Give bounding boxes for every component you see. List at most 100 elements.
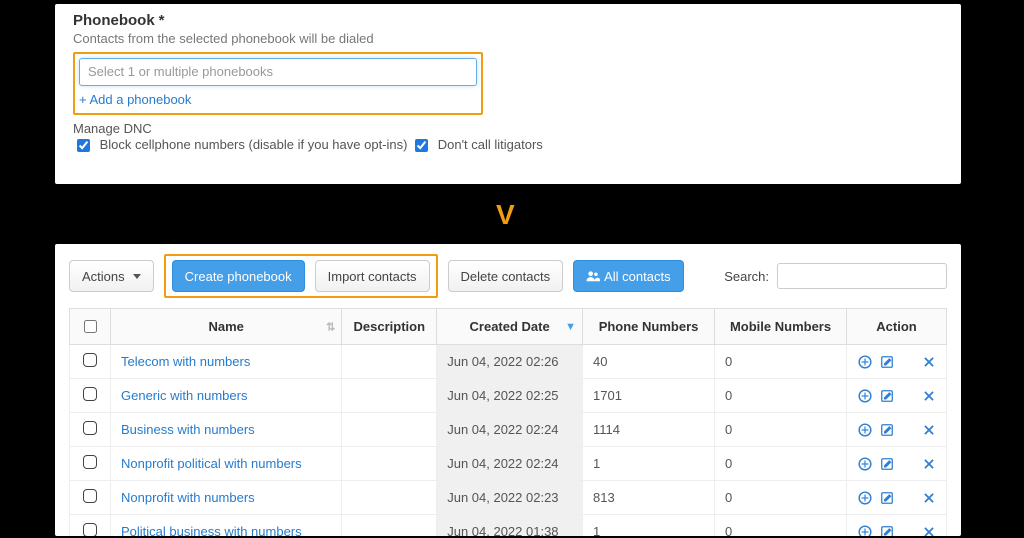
create-phonebook-button[interactable]: Create phonebook [172,260,305,292]
sort-icon: ⇅ [326,320,335,333]
add-icon[interactable] [858,389,872,403]
col-created[interactable]: Created Date ▼ [437,309,583,345]
dont-call-litigators-checkbox[interactable] [415,139,428,152]
edit-icon[interactable] [880,525,894,537]
phonebook-list-card: Actions Create phonebook Import contacts… [55,244,961,536]
row-mobile-count: 0 [715,345,847,379]
row-created: Jun 04, 2022 02:24 [437,413,583,447]
add-icon[interactable] [858,423,872,437]
table-row: Telecom with numbers Jun 04, 2022 02:2640… [70,345,947,379]
delete-icon[interactable] [922,355,936,369]
row-mobile-count: 0 [715,379,847,413]
row-phone-count: 1701 [583,379,715,413]
row-created: Jun 04, 2022 02:24 [437,447,583,481]
phonebook-name-link[interactable]: Political business with numbers [121,524,302,536]
col-description[interactable]: Description [342,309,437,345]
all-contacts-label: All contacts [604,269,670,284]
phonebook-title-row: Phonebook * [73,12,943,29]
phonebook-name-link[interactable]: Telecom with numbers [121,354,250,369]
select-all-checkbox[interactable] [84,320,97,333]
row-created: Jun 04, 2022 02:26 [437,345,583,379]
delete-icon[interactable] [922,491,936,505]
add-icon[interactable] [858,525,872,537]
dont-call-litigators-label: Don't call litigators [438,137,543,152]
row-checkbox[interactable] [83,353,97,367]
row-checkbox[interactable] [83,455,97,469]
row-description [342,413,437,447]
phonebook-name-link[interactable]: Business with numbers [121,422,255,437]
row-created: Jun 04, 2022 01:38 [437,515,583,537]
table-row: Nonprofit with numbers Jun 04, 2022 02:23… [70,481,947,515]
row-phone-count: 40 [583,345,715,379]
table-row: Generic with numbers Jun 04, 2022 02:2517… [70,379,947,413]
col-phone[interactable]: Phone Numbers [583,309,715,345]
search-label: Search: [724,269,769,284]
edit-icon[interactable] [880,423,894,437]
caret-down-icon [133,274,141,279]
phonebook-name-link[interactable]: Nonprofit political with numbers [121,456,302,471]
actions-label: Actions [82,269,125,284]
row-phone-count: 1 [583,447,715,481]
col-name[interactable]: Name ⇅ [111,309,342,345]
phonebook-subtitle: Contacts from the selected phonebook wil… [73,31,943,46]
row-phone-count: 1114 [583,413,715,447]
phonebook-name-link[interactable]: Generic with numbers [121,388,247,403]
col-mobile[interactable]: Mobile Numbers [715,309,847,345]
sort-down-icon: ▼ [565,321,576,333]
create-import-highlight: Create phonebook Import contacts [164,254,438,298]
phonebook-name-link[interactable]: Nonprofit with numbers [121,490,255,505]
row-mobile-count: 0 [715,413,847,447]
table-row: Political business with numbers Jun 04, 2… [70,515,947,537]
col-action: Action [847,309,947,345]
row-created: Jun 04, 2022 02:25 [437,379,583,413]
phonebook-config-card: Phonebook * Contacts from the selected p… [55,4,961,184]
users-icon [586,269,600,283]
phonebook-select-highlight: Select 1 or multiple phonebooks + Add a … [73,52,483,115]
delete-icon[interactable] [922,389,936,403]
row-description [342,481,437,515]
row-checkbox[interactable] [83,523,97,536]
edit-icon[interactable] [880,355,894,369]
phonebook-multiselect[interactable]: Select 1 or multiple phonebooks [79,58,477,86]
block-cellphone-row[interactable]: Block cellphone numbers (disable if you … [73,137,411,152]
required-asterisk: * [159,12,165,29]
flow-arrow-icon: V [496,201,515,229]
manage-dnc-label: Manage DNC [73,121,943,136]
dont-call-row[interactable]: Don't call litigators [411,137,543,152]
edit-icon[interactable] [880,491,894,505]
select-all-header [70,309,111,345]
row-created: Jun 04, 2022 02:23 [437,481,583,515]
toolbar: Actions Create phonebook Import contacts… [69,254,947,298]
block-cellphone-checkbox[interactable] [77,139,90,152]
delete-icon[interactable] [922,525,936,537]
table-row: Nonprofit political with numbers Jun 04, … [70,447,947,481]
delete-icon[interactable] [922,457,936,471]
row-checkbox[interactable] [83,489,97,503]
row-mobile-count: 0 [715,447,847,481]
phonebook-title: Phonebook [73,12,155,29]
row-checkbox[interactable] [83,421,97,435]
delete-contacts-button[interactable]: Delete contacts [448,260,564,292]
table-header-row: Name ⇅ Description Created Date ▼ Phone … [70,309,947,345]
add-icon[interactable] [858,355,872,369]
search-input[interactable] [777,263,947,289]
row-description [342,379,437,413]
row-description [342,447,437,481]
all-contacts-button[interactable]: All contacts [573,260,683,292]
delete-icon[interactable] [922,423,936,437]
row-description [342,515,437,537]
edit-icon[interactable] [880,457,894,471]
add-icon[interactable] [858,491,872,505]
table-row: Business with numbers Jun 04, 2022 02:241… [70,413,947,447]
add-phonebook-link[interactable]: + Add a phonebook [79,92,477,107]
search-wrap: Search: [724,263,947,289]
block-cellphone-label: Block cellphone numbers (disable if you … [100,137,408,152]
row-checkbox[interactable] [83,387,97,401]
row-phone-count: 813 [583,481,715,515]
edit-icon[interactable] [880,389,894,403]
row-mobile-count: 0 [715,481,847,515]
add-icon[interactable] [858,457,872,471]
import-contacts-button[interactable]: Import contacts [315,260,430,292]
actions-dropdown-button[interactable]: Actions [69,260,154,292]
row-phone-count: 1 [583,515,715,537]
